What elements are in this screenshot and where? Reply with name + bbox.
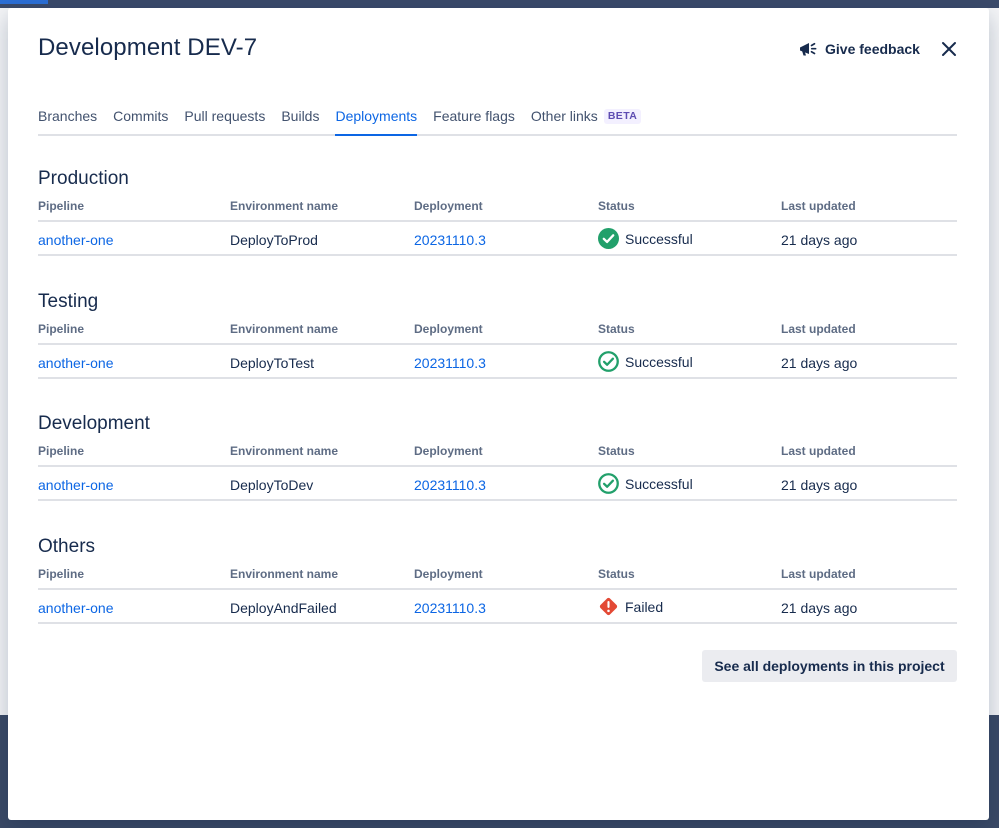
tab-bar: Branches Commits Pull requests Builds De… [38, 108, 957, 136]
tab-label: Feature flags [433, 108, 515, 124]
section-title: Others [38, 536, 96, 557]
tab-label: Deployments [335, 108, 418, 124]
pipeline-link[interactable]: another-one [38, 232, 114, 248]
tab-deployments[interactable]: Deployments [335, 108, 418, 136]
section-title: Production [38, 168, 129, 189]
table-header: Pipeline Environment name Deployment Sta… [38, 191, 957, 222]
tab-commits[interactable]: Commits [113, 108, 168, 134]
tab-pull-requests[interactable]: Pull requests [184, 108, 265, 134]
column-header-deployment: Deployment [414, 567, 483, 581]
column-header-status: Status [598, 567, 635, 581]
column-header-deployment: Deployment [414, 444, 483, 458]
tab-feature-flags[interactable]: Feature flags [433, 108, 515, 134]
column-header-deployment: Deployment [414, 322, 483, 336]
last-updated: 21 days ago [781, 232, 858, 248]
status-cell: Successful [598, 228, 693, 249]
last-updated: 21 days ago [781, 477, 858, 493]
section-development: Development Pipeline Environment name De… [38, 412, 957, 501]
deployment-link[interactable]: 20231110.3 [414, 232, 486, 248]
status-label: Failed [625, 598, 664, 615]
section-production: Production Pipeline Environment name Dep… [38, 167, 957, 256]
give-feedback-label: Give feedback [825, 41, 920, 57]
column-header-status: Status [598, 444, 635, 458]
table-header: Pipeline Environment name Deployment Sta… [38, 314, 957, 345]
column-header-last-updated: Last updated [781, 567, 856, 581]
column-header-pipeline: Pipeline [38, 444, 85, 458]
column-header-status: Status [598, 322, 635, 336]
status-label: Successful [625, 353, 693, 370]
deployment-link[interactable]: 20231110.3 [414, 355, 486, 371]
status-cell: Successful [598, 473, 693, 494]
tab-label: Branches [38, 108, 98, 124]
background-accent [0, 0, 48, 4]
column-header-environment: Environment name [230, 567, 339, 581]
status-cell: Failed [598, 596, 663, 617]
section-others: Others Pipeline Environment name Deploym… [38, 535, 957, 624]
column-header-environment: Environment name [230, 199, 339, 213]
column-header-pipeline: Pipeline [38, 567, 85, 581]
check-circle-outline-icon [598, 351, 619, 372]
table-row: another-one DeployAndFailed 20231110.3 F… [38, 590, 957, 624]
environment-name: DeployToTest [230, 355, 315, 371]
column-header-pipeline: Pipeline [38, 322, 85, 336]
tab-label: Other links [530, 108, 598, 124]
tab-label: Pull requests [184, 108, 266, 124]
status-cell: Successful [598, 351, 693, 372]
status-label: Successful [625, 230, 693, 247]
section-title: Testing [38, 291, 99, 312]
close-button[interactable] [938, 39, 960, 59]
status-label: Successful [625, 475, 693, 492]
column-header-last-updated: Last updated [781, 444, 856, 458]
column-header-last-updated: Last updated [781, 322, 856, 336]
see-all-deployments-button[interactable]: See all deployments in this project [702, 650, 957, 682]
megaphone-icon [800, 42, 817, 56]
pipeline-link[interactable]: another-one [38, 355, 114, 371]
pipeline-link[interactable]: another-one [38, 600, 114, 616]
last-updated: 21 days ago [781, 600, 858, 616]
close-icon [942, 42, 956, 56]
environment-name: DeployToProd [230, 232, 318, 248]
deployment-link[interactable]: 20231110.3 [414, 477, 486, 493]
pipeline-link[interactable]: another-one [38, 477, 114, 493]
dialog-title: Development DEV-7 [38, 34, 258, 61]
deployment-link[interactable]: 20231110.3 [414, 600, 486, 616]
table-header: Pipeline Environment name Deployment Sta… [38, 559, 957, 590]
table-row: another-one DeployToTest 20231110.3 Succ… [38, 345, 957, 379]
environment-name: DeployToDev [230, 477, 314, 493]
table-row: another-one DeployToProd 20231110.3 Succ… [38, 222, 957, 256]
section-title: Development [38, 413, 150, 434]
last-updated: 21 days ago [781, 355, 858, 371]
error-diamond-icon [599, 597, 618, 616]
background-top-bar [0, 0, 999, 8]
check-circle-outline-icon [598, 473, 619, 494]
beta-badge: BETA [603, 109, 642, 124]
section-testing: Testing Pipeline Environment name Deploy… [38, 290, 957, 379]
tab-branches[interactable]: Branches [38, 108, 97, 134]
tab-label: Commits [113, 108, 169, 124]
column-header-last-updated: Last updated [781, 199, 856, 213]
column-header-pipeline: Pipeline [38, 199, 85, 213]
table-row: another-one DeployToDev 20231110.3 Succe… [38, 467, 957, 501]
column-header-environment: Environment name [230, 444, 339, 458]
environment-name: DeployAndFailed [230, 600, 337, 616]
tab-other-links[interactable]: Other links BETA [530, 108, 642, 134]
tab-builds[interactable]: Builds [281, 108, 319, 134]
column-header-deployment: Deployment [414, 199, 483, 213]
column-header-status: Status [598, 199, 635, 213]
tab-label: Builds [281, 108, 320, 124]
table-header: Pipeline Environment name Deployment Sta… [38, 436, 957, 467]
give-feedback-button[interactable]: Give feedback [798, 38, 920, 60]
check-circle-filled-icon [598, 228, 619, 249]
column-header-environment: Environment name [230, 322, 339, 336]
development-dialog: Development DEV-7 Give feedback Branches… [8, 8, 989, 820]
